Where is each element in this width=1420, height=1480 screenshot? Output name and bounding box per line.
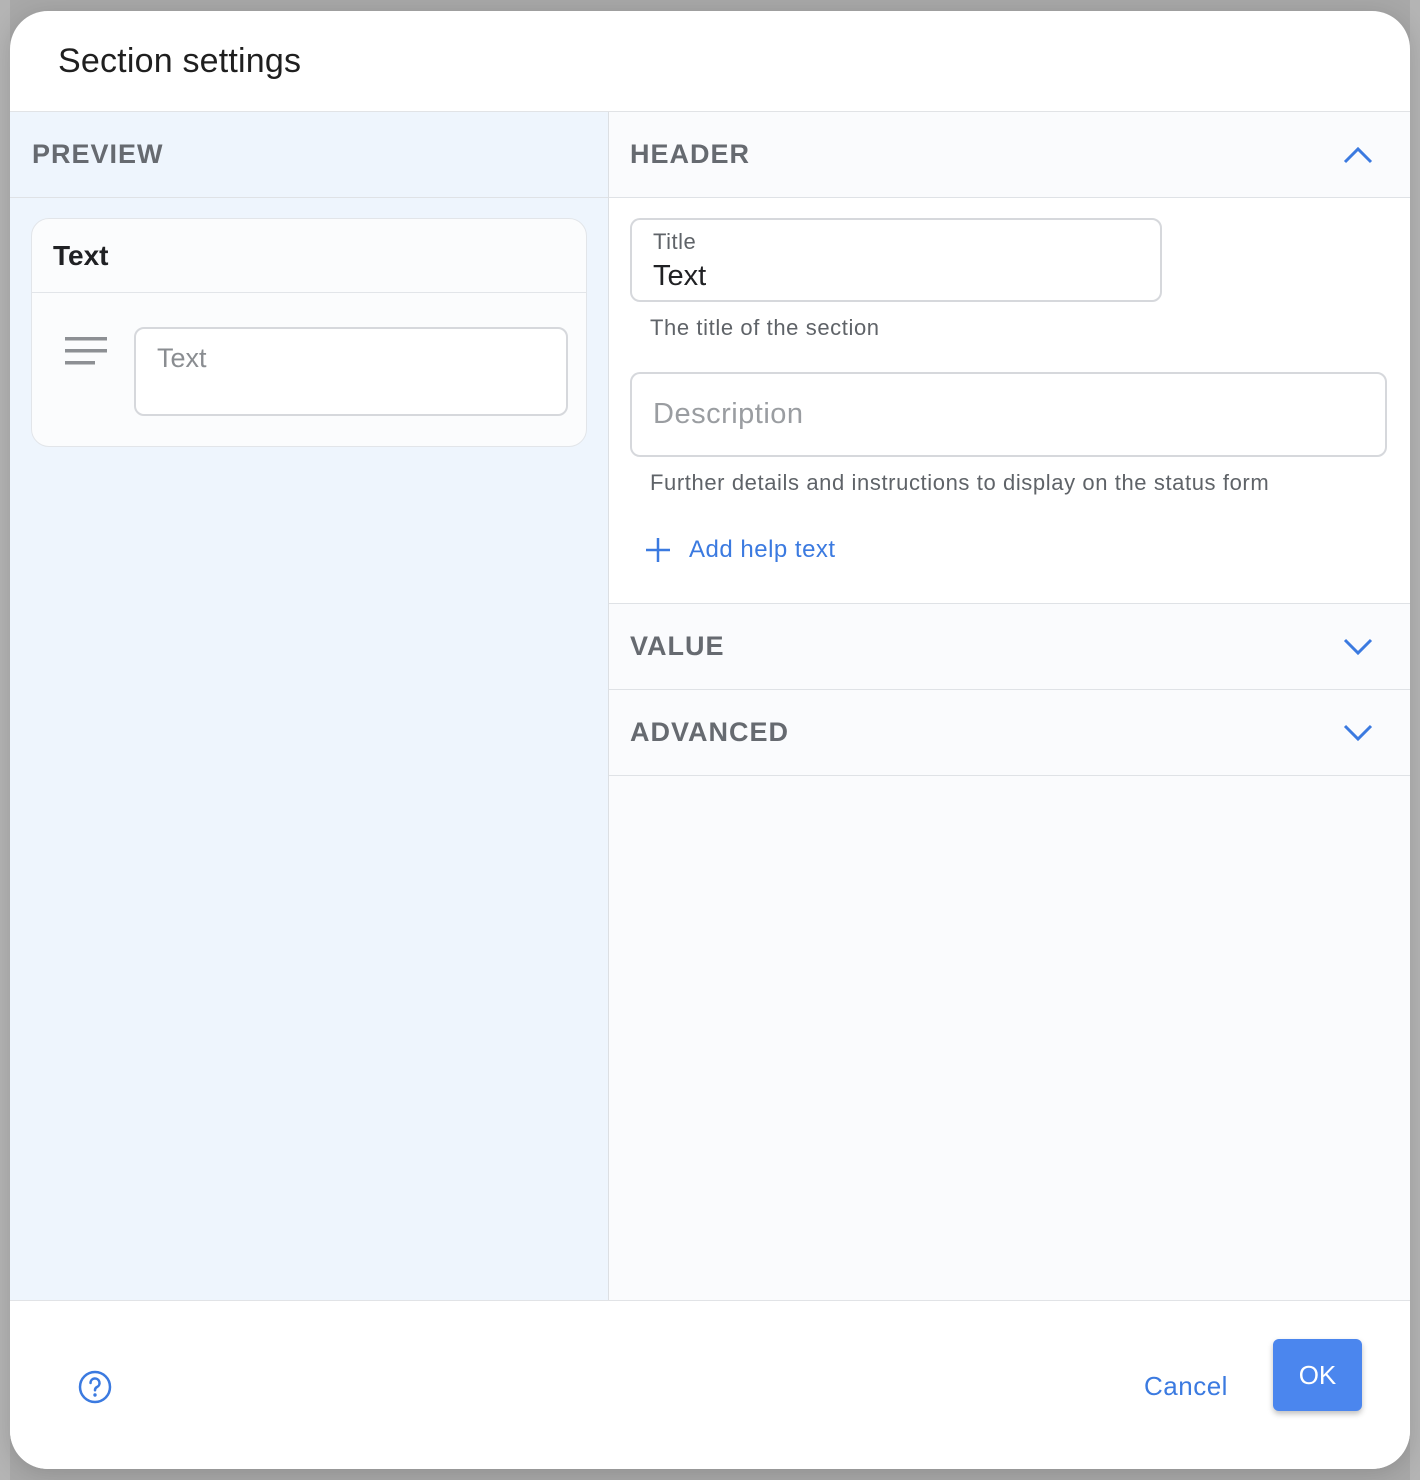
- cancel-button[interactable]: Cancel: [1128, 1361, 1244, 1411]
- dialog-header: Section settings: [10, 11, 1410, 112]
- title-field-value[interactable]: Text: [653, 260, 706, 293]
- dialog-body: PREVIEW Text Text HEADER Title Text The …: [10, 112, 1410, 1300]
- add-help-text-button[interactable]: Add help text: [645, 536, 836, 564]
- accordion-advanced[interactable]: ADVANCED: [609, 690, 1410, 776]
- text-lines-icon: [65, 337, 107, 365]
- preview-text-input[interactable]: Text: [134, 327, 568, 416]
- chevron-up-icon[interactable]: [1342, 145, 1374, 165]
- backdrop-strip-left: [0, 0, 10, 1480]
- preview-card-title: Text: [32, 219, 586, 293]
- preview-card: Text Text: [31, 218, 587, 447]
- accordion-value[interactable]: VALUE: [609, 604, 1410, 690]
- backdrop-strip-right: [1410, 0, 1420, 1480]
- dialog-footer: Cancel OK: [10, 1300, 1410, 1469]
- section-settings-dialog: Section settings PREVIEW Text Text HEADE…: [10, 11, 1410, 1469]
- ok-button[interactable]: OK: [1273, 1339, 1362, 1411]
- title-helper-text: The title of the section: [650, 315, 880, 340]
- help-circle-icon[interactable]: [78, 1370, 112, 1404]
- settings-pane: HEADER Title Text The title of the secti…: [609, 112, 1410, 1300]
- add-help-text-label: Add help text: [689, 536, 836, 563]
- description-helper-text: Further details and instructions to disp…: [650, 470, 1270, 495]
- chevron-down-icon[interactable]: [1342, 637, 1374, 657]
- preview-heading: PREVIEW: [10, 112, 608, 198]
- description-field[interactable]: Description: [630, 372, 1387, 457]
- title-field[interactable]: Title Text: [630, 218, 1162, 302]
- chevron-down-icon[interactable]: [1342, 723, 1374, 743]
- accordion-value-label: VALUE: [630, 631, 725, 661]
- accordion-advanced-label: ADVANCED: [630, 717, 790, 747]
- title-field-label: Title: [653, 229, 697, 254]
- preview-pane: PREVIEW Text Text: [10, 112, 609, 1300]
- header-section-content: Title Text The title of the section Desc…: [609, 198, 1410, 604]
- plus-icon: [646, 538, 670, 562]
- accordion-header[interactable]: HEADER: [609, 112, 1410, 198]
- preview-card-body: Text: [32, 293, 586, 447]
- dialog-title: Section settings: [58, 41, 302, 80]
- accordion-header-label: HEADER: [630, 139, 751, 169]
